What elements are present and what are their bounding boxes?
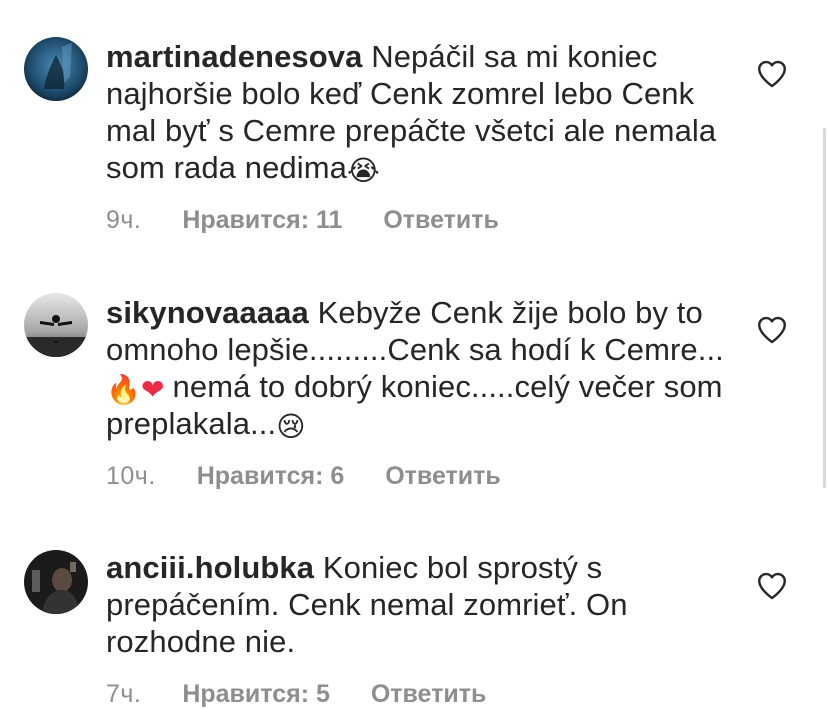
comment-text: nemá to dobrý koniec.....celý večer som …	[106, 369, 723, 441]
comment-meta: 10ч. Нравится: 6 Ответить	[106, 461, 501, 491]
comment-body: anciii.holubka Koniec bol sprostý s prep…	[106, 549, 746, 660]
comment-likes-count[interactable]: Нравится: 11	[182, 205, 342, 235]
comment-meta: 7ч. Нравится: 5 Ответить	[106, 679, 486, 709]
comment-username[interactable]: martinadenesova	[106, 39, 363, 74]
like-button[interactable]	[755, 313, 789, 347]
reply-button[interactable]: Ответить	[383, 205, 499, 235]
like-button[interactable]	[755, 57, 789, 91]
profile-photo-icon	[24, 293, 88, 357]
scrollbar[interactable]	[822, 0, 828, 701]
like-button[interactable]	[755, 569, 789, 603]
reply-button[interactable]: Ответить	[371, 679, 487, 709]
avatar[interactable]	[24, 293, 88, 357]
profile-photo-icon	[24, 37, 88, 101]
heart-outline-icon	[758, 60, 786, 88]
comment-body: martinadenesova Nepáčil sa mi koniec naj…	[106, 38, 746, 186]
comment-likes-count[interactable]: Нравится: 5	[182, 679, 330, 709]
comment-username[interactable]: sikynovaaaaa	[106, 295, 309, 330]
loudly-crying-face-icon: 😭	[347, 154, 380, 187]
red-heart-icon: ❤	[140, 373, 165, 406]
scrollbar-thumb[interactable]	[823, 128, 826, 488]
comment-likes-count[interactable]: Нравится: 6	[197, 461, 345, 491]
comment-username[interactable]: anciii.holubka	[106, 550, 314, 585]
reply-button[interactable]: Ответить	[385, 461, 501, 491]
avatar[interactable]	[24, 37, 88, 101]
fire-icon: 🔥	[106, 373, 141, 406]
comment-body: sikynovaaaaa Kebyže Cenk žije bolo by to…	[106, 294, 746, 442]
comment-timestamp: 10ч.	[106, 462, 156, 490]
comment-timestamp: 7ч.	[106, 680, 142, 708]
profile-photo-icon	[24, 550, 88, 614]
comment-timestamp: 9ч.	[106, 206, 142, 234]
crying-face-icon: 😢	[276, 410, 306, 443]
heart-outline-icon	[758, 316, 786, 344]
comment-meta: 9ч. Нравится: 11 Ответить	[106, 205, 499, 235]
heart-outline-icon	[758, 572, 786, 600]
avatar[interactable]	[24, 550, 88, 614]
